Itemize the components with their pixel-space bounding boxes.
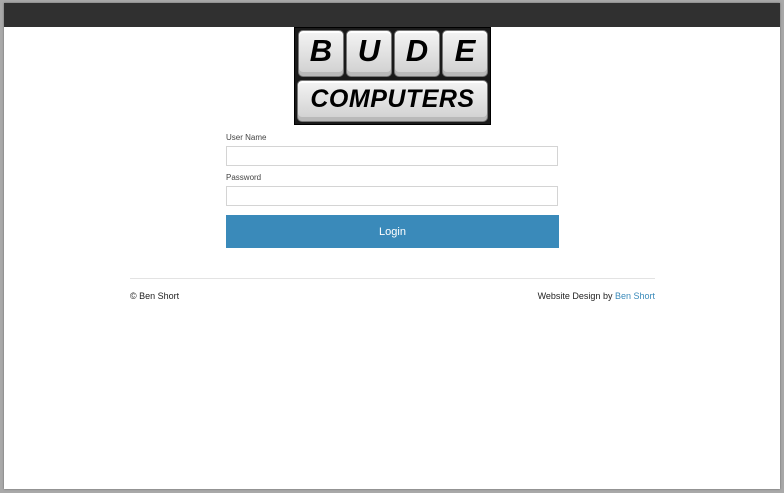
logo-key-d: D	[394, 30, 440, 77]
designer-link[interactable]: Ben Short	[615, 291, 655, 301]
username-input[interactable]	[226, 146, 558, 166]
logo-key-b: B	[298, 30, 344, 77]
logo-key-e: E	[442, 30, 488, 77]
page: B U D E COMPUTERS User Name Password Log…	[4, 3, 780, 489]
top-navbar	[4, 3, 780, 27]
password-label: Password	[226, 173, 262, 182]
footer-copyright: © Ben Short	[130, 291, 180, 301]
password-input[interactable]	[226, 186, 558, 206]
logo-key-computers: COMPUTERS	[297, 80, 488, 122]
login-button[interactable]: Login	[226, 215, 559, 248]
logo-key-u: U	[346, 30, 392, 77]
username-label: User Name	[226, 133, 267, 142]
bude-computers-logo: B U D E COMPUTERS	[294, 27, 491, 125]
footer-credit: Website Design by Ben Short	[538, 291, 655, 301]
footer-credit-prefix: Website Design by	[537, 291, 613, 301]
footer-divider	[130, 278, 655, 279]
